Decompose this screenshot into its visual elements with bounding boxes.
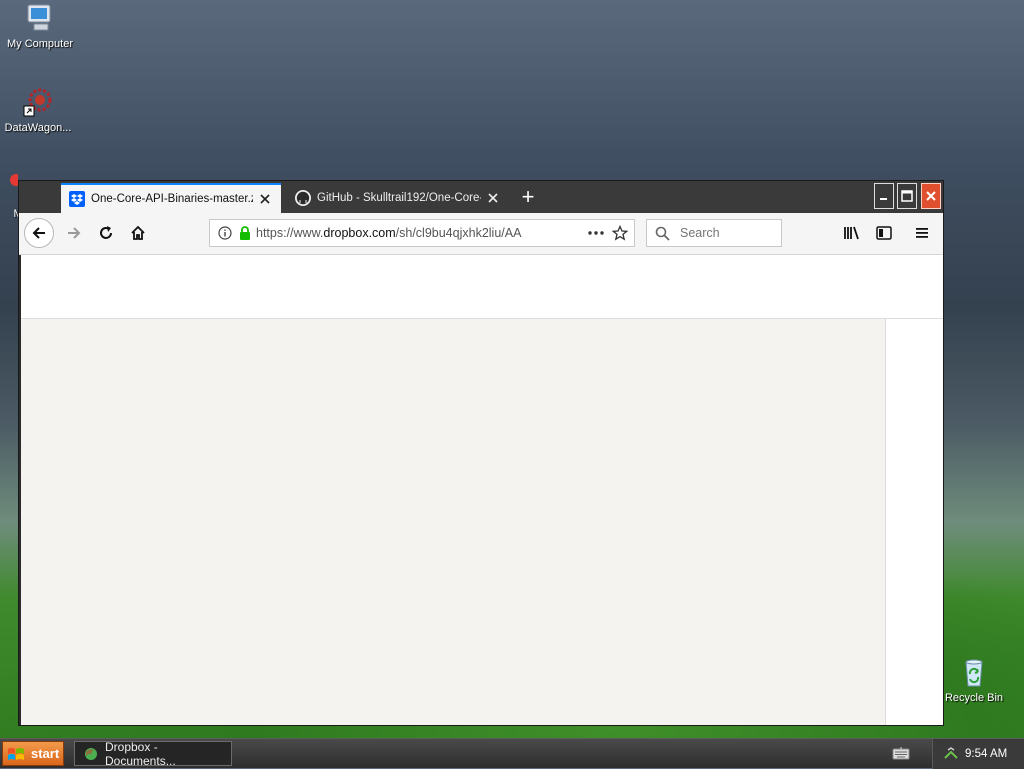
page-content-area [21,319,885,725]
url-text: https://www.dropbox.com/sh/cl9bu4qjxhk2l… [256,226,580,240]
page-actions-icon[interactable] [588,231,604,235]
close-window-button[interactable] [921,183,941,209]
windows-flag-icon [7,746,25,762]
back-button[interactable] [24,218,54,248]
close-icon [926,191,936,201]
tab-title: One-Core-API-Binaries-master.zip [91,193,253,205]
url-path: /sh/cl9bu4qjxhk2liu/AA [395,226,522,240]
github-icon [295,190,311,206]
sidebar-button[interactable] [869,218,899,248]
hamburger-menu-icon [916,228,928,238]
tab-dropbox[interactable]: One-Core-API-Binaries-master.zip [61,183,281,213]
url-prefix: https://www. [256,226,324,240]
library-button[interactable] [837,218,867,248]
keyboard-icon[interactable] [892,746,910,760]
maximize-button[interactable] [897,183,917,209]
reload-icon [100,226,112,239]
desktop-icon-label: Recycle Bin [944,692,1004,704]
dropbox-icon [69,191,85,207]
forward-button[interactable] [59,218,89,248]
start-button[interactable]: start [2,741,64,766]
tab-close-icon[interactable] [485,190,501,206]
navigation-toolbar: https://www.dropbox.com/sh/cl9bu4qjxhk2l… [19,213,943,255]
url-host: dropbox.com [323,226,396,240]
bookmark-star-icon[interactable] [612,225,628,241]
desktop-icon-label: DataWagon... [4,122,72,134]
desktop-icon-my-computer[interactable]: My Computer [0,2,80,50]
sidebar-icon [876,226,892,240]
clock[interactable]: 9:54 AM [965,748,1007,760]
desktop-icon-recycle-bin[interactable]: Recycle Bin [934,656,1014,704]
maximize-icon [901,190,913,202]
tab-close-icon[interactable] [257,191,273,207]
browser-window: One-Core-API-Binaries-master.zip GitHub … [18,180,944,726]
search-icon [655,226,670,241]
tab-strip: One-Core-API-Binaries-master.zip GitHub … [19,181,943,213]
recycle-bin-icon [958,656,990,688]
datawagon-icon [22,86,54,118]
system-tray: 9:54 AM [932,739,1024,769]
home-button[interactable] [123,218,153,248]
search-box[interactable] [646,219,782,247]
reload-button[interactable] [91,218,121,248]
menu-button[interactable] [907,218,937,248]
new-tab-button[interactable]: + [515,185,541,211]
page-header-area [21,255,943,319]
start-label: start [31,746,60,761]
tab-title: GitHub - Skulltrail192/One-Core-AP [317,192,481,204]
computer-icon [24,2,56,34]
taskbar-item-label: Dropbox - Documents... [105,739,176,768]
taskbar-item-dropbox[interactable]: Dropbox - Documents... [74,739,232,768]
library-icon [844,226,859,240]
taskbar: start Dropbox - Documents... 9:54 AM [0,738,1024,769]
minimize-button[interactable] [874,183,894,209]
address-bar[interactable]: https://www.dropbox.com/sh/cl9bu4qjxhk2l… [209,219,635,247]
back-arrow-icon [32,227,45,239]
page-side-panel [885,319,943,725]
microsoft-app-icon [0,172,30,204]
desktop-icon-datawagon[interactable]: DataWagon... [0,86,78,134]
forward-arrow-icon [68,227,81,239]
tab-github[interactable]: GitHub - Skulltrail192/One-Core-AP [287,183,509,213]
lock-icon[interactable] [238,226,252,240]
firefox-icon [83,746,99,762]
network-icon[interactable] [943,746,959,762]
desktop-icon-label: My Computer [6,38,74,50]
minimize-icon [880,198,887,200]
info-icon[interactable] [218,226,232,240]
home-icon [131,225,145,240]
search-input[interactable] [678,225,778,241]
